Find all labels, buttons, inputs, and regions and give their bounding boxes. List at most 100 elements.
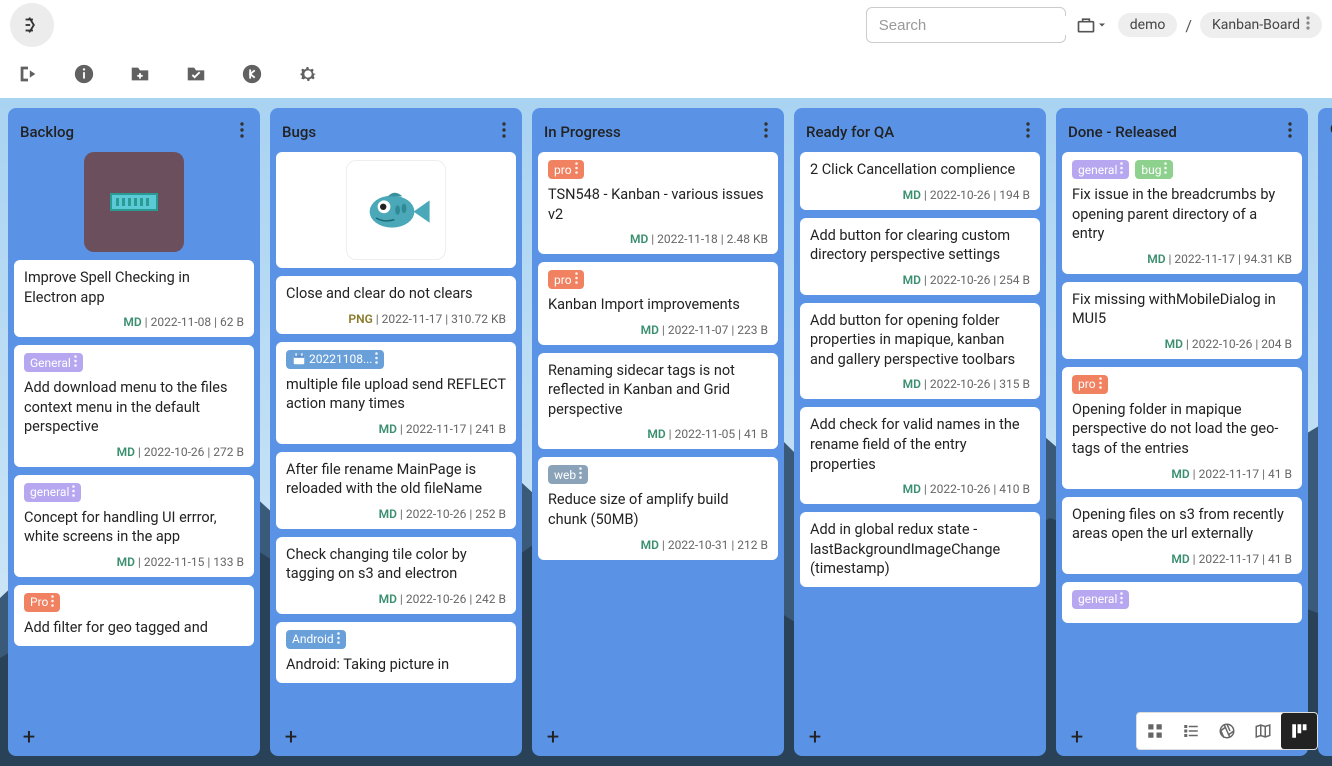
card-title: After file rename MainPage is reloaded w… [286,460,506,499]
kanban-card[interactable]: Renaming sidecar tags is not reflected i… [538,353,778,450]
tag[interactable]: bug [1135,160,1173,179]
column-menu-button[interactable] [1022,120,1034,144]
card-title: Add download menu to the files context m… [24,378,244,437]
folder-check-button[interactable] [182,60,210,88]
tag[interactable]: pro [548,270,584,289]
kanban-column: Bugs Close and clear do not clearsPNG | … [270,108,522,756]
kanban-card[interactable]: pro Kanban Import improvements MD | 2022-1… [538,262,778,345]
kanban-card[interactable]: Opening files on s3 from recently areas … [1062,497,1302,574]
column-header: Done - Released [1062,114,1302,152]
kanban-board[interactable]: Backlog Improve Spell Checking in Electr… [0,98,1332,766]
thumbnail [346,160,446,260]
kanban-card[interactable]: General Add download menu to the files co… [14,345,254,467]
card-meta: MD | 2022-10-26 | 272 B [24,445,244,459]
card-meta: MD | 2022-11-07 | 223 B [548,323,768,337]
kanban-card[interactable]: After file rename MainPage is reloaded w… [276,452,516,529]
column-menu-button[interactable] [498,120,510,144]
card-title: Fix issue in the breadcrumbs by opening … [1072,185,1292,244]
card-title: Kanban Import improvements [548,295,768,315]
kanban-card[interactable]: Fix missing withMobileDialog in MUI5MD |… [1062,282,1302,359]
column-menu-button[interactable] [1284,120,1296,144]
column-menu-button[interactable] [236,120,248,144]
card-meta: MD | 2022-10-26 | 242 B [286,592,506,606]
kanban-card[interactable]: proOpening folder in mapique perspective… [1062,367,1302,489]
tag[interactable]: pro [1072,375,1108,394]
breadcrumb-label: Kanban-Board [1212,17,1300,33]
tag[interactable]: Pro [24,593,60,612]
column-header: O [1324,114,1332,146]
tag[interactable]: web [548,465,588,484]
list-view-button[interactable] [1173,713,1209,749]
settings-button[interactable] [294,60,322,88]
info-icon [73,63,95,85]
card-meta: MD | 2022-11-17 | 41 B [1072,467,1292,481]
tag[interactable]: pro [548,160,584,179]
card-tags: 20221108... [286,350,506,369]
new-folder-button[interactable] [126,60,154,88]
kanban-card[interactable]: Add check for valid names in the rename … [800,407,1040,504]
kanban-card[interactable]: webReduce size of amplify build chunk (5… [538,457,778,559]
card-tags: pro [548,160,768,179]
kanban-card[interactable]: general Concept for handling UI errror, w… [14,475,254,577]
column-menu-button[interactable] [760,120,772,144]
card-thumbnail[interactable] [276,152,516,268]
map-view-button[interactable] [1245,713,1281,749]
card-title: 2 Click Cancellation complience [810,160,1030,180]
breadcrumb-current[interactable]: Kanban-Board [1200,12,1322,38]
breadcrumb-label: demo [1130,17,1166,33]
exit-panel-icon [17,63,39,85]
tag[interactable]: general [1072,590,1129,609]
kanban-card[interactable]: Check changing tile color by tagging on … [276,537,516,614]
search-input[interactable] [877,16,1080,35]
column-cards: Close and clear do not clearsPNG | 2022-… [276,152,516,720]
add-card-button[interactable]: + [540,724,566,750]
kanban-card[interactable]: general [1062,582,1302,623]
card-thumbnail[interactable] [14,152,254,252]
kanban-card[interactable]: general bug Fix issue in the breadcrumbs b… [1062,152,1302,274]
import-button[interactable] [238,60,266,88]
search-box[interactable] [866,7,1066,43]
add-card-button[interactable]: + [278,724,304,750]
chevron-down-icon [1096,19,1108,31]
column-header: Ready for QA [800,114,1040,152]
kanban-card[interactable]: ProAdd filter for geo tagged and [14,585,254,646]
card-tags: Pro [24,593,244,612]
menu-button[interactable] [10,3,54,47]
tag[interactable]: general [1072,160,1129,179]
location-chooser[interactable] [1074,7,1110,43]
add-card-button[interactable]: + [1064,724,1090,750]
card-meta: MD | 2022-11-05 | 41 B [548,427,768,441]
info-button[interactable] [70,60,98,88]
add-card-button[interactable]: + [16,724,42,750]
card-tags: Android [286,630,506,649]
add-card-button[interactable]: + [802,724,828,750]
card-title: Concept for handling UI errror, white sc… [24,508,244,547]
briefcase-icon [1076,15,1096,35]
kanban-card[interactable]: Add button for clearing custom directory… [800,218,1040,295]
kanban-card[interactable]: 20221108...multiple file upload send REF… [276,342,516,444]
kanban-view-button[interactable] [1281,713,1317,749]
tag[interactable]: general [24,483,81,502]
kanban-card[interactable]: Add button for opening folder properties… [800,303,1040,400]
tag[interactable]: 20221108... [286,350,384,369]
breadcrumb-root[interactable]: demo [1118,13,1178,37]
column-title: Backlog [20,123,236,141]
card-meta: MD | 2022-11-17 | 241 B [286,422,506,436]
kanban-card[interactable]: AndroidAndroid: Taking picture in [276,622,516,683]
toolbar [0,50,1332,98]
tag[interactable]: Android [286,630,346,649]
kanban-card[interactable]: Close and clear do not clearsPNG | 2022-… [276,276,516,334]
kanban-card[interactable]: Improve Spell Checking in Electron appMD… [14,260,254,337]
toggle-sidebar-button[interactable] [14,60,42,88]
gallery-view-button[interactable] [1209,713,1245,749]
kanban-card[interactable]: proTSN548 - Kanban - various issues v2MD… [538,152,778,254]
grid-view-button[interactable] [1137,713,1173,749]
kanban-card[interactable]: 2 Click Cancellation complienceMD | 2022… [800,152,1040,210]
import-icon [241,63,263,85]
folder-check-icon [185,63,207,85]
tag[interactable]: General [24,353,83,372]
more-icon[interactable] [1306,16,1310,34]
aperture-icon [1218,722,1236,740]
kanban-card[interactable]: Add in global redux state - lastBackgrou… [800,512,1040,587]
map-icon [1254,722,1272,740]
